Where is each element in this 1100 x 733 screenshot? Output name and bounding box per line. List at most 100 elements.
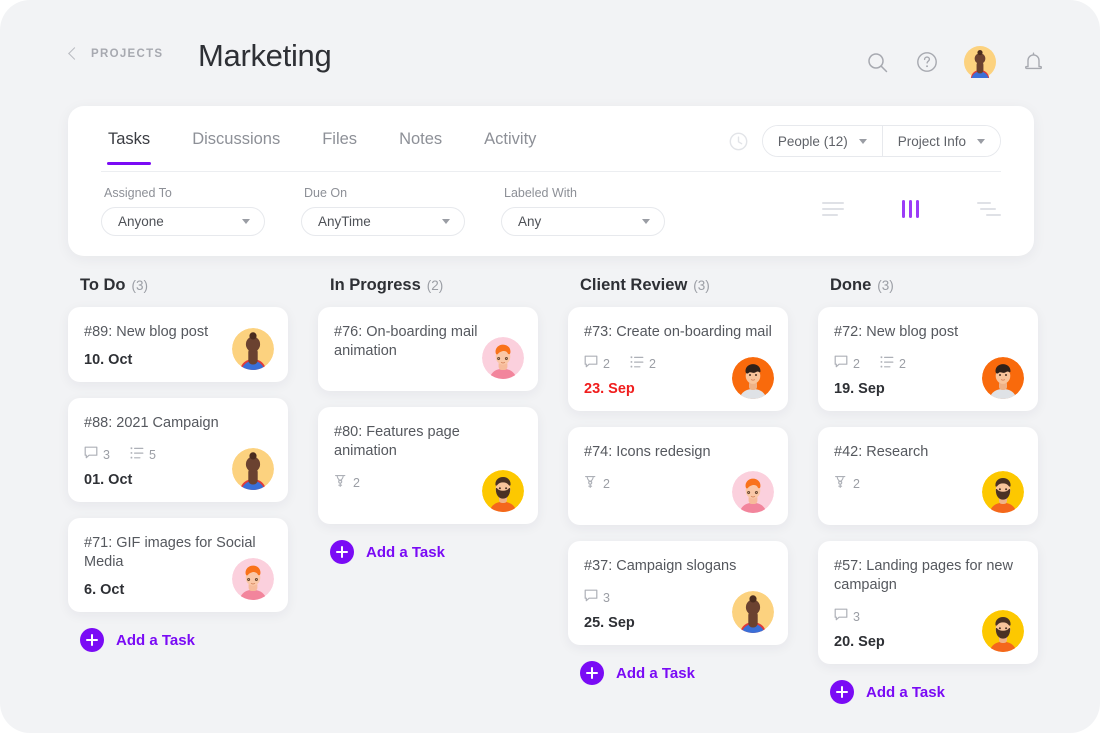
due-on-value: AnyTime [318, 214, 371, 229]
task-card[interactable]: #73: Create on-boarding mail 2 2 23. Sep [568, 307, 788, 411]
comment-count: 2 [834, 355, 860, 372]
add-task-label: Add a Task [116, 631, 195, 649]
filter-due-on: Due On AnyTime [301, 186, 465, 236]
task-assignee-avatar[interactable] [232, 328, 274, 370]
list-view-icon[interactable] [820, 198, 846, 220]
chevron-left-icon [68, 46, 78, 62]
panel-pill-group: People (12) Project Info [761, 125, 1001, 157]
add-task-button[interactable]: Add a Task [318, 540, 538, 564]
checklist-count-label: 2 [648, 356, 656, 371]
task-title: #42: Research [834, 444, 929, 460]
chevron-down-icon [858, 138, 867, 144]
chevron-down-icon [977, 138, 985, 144]
filter-assigned-to: Assigned To Anyone [101, 186, 265, 236]
board-column: Client Review (3) #73: Create on-boarding … [568, 276, 788, 704]
comment-count-label: 2 [603, 356, 610, 371]
attachment-count-label: 2 [603, 476, 610, 491]
task-card[interactable]: #88: 2021 Campaign 3 5 01. Oct [68, 398, 288, 502]
assigned-to-value: Anyone [118, 214, 164, 229]
filter-label: Assigned To [104, 186, 172, 200]
task-card[interactable]: #76: On-boarding mail animation [318, 307, 538, 391]
panel-divider [101, 171, 1001, 172]
column-title: Done [830, 276, 872, 294]
task-assignee-avatar[interactable] [982, 357, 1024, 399]
kanban-board: To Do (3) #89: New blog post 10. Oct #88: 2… [68, 276, 1048, 704]
tab-files[interactable]: Files [315, 126, 364, 165]
due-on-select[interactable]: AnyTime [301, 207, 465, 236]
task-assignee-avatar[interactable] [482, 337, 524, 379]
tab-tasks[interactable]: Tasks [101, 126, 157, 165]
sort-view-icon[interactable] [976, 198, 1002, 220]
attachment-count: 2 [334, 474, 360, 491]
task-card[interactable]: #57: Landing pages for new campaign 3 20. … [818, 541, 1038, 664]
board-column: Done (3) #72: New blog post 2 2 19. Sep #42: … [818, 276, 1038, 704]
labeled-with-select[interactable]: Any [501, 207, 665, 236]
task-assignee-avatar[interactable] [732, 357, 774, 399]
task-assignee-avatar[interactable] [982, 610, 1024, 652]
add-task-label: Add a Task [616, 664, 695, 682]
add-task-label: Add a Task [366, 543, 445, 561]
people-dropdown[interactable]: People (12) [762, 126, 882, 156]
board-column: To Do (3) #89: New blog post 10. Oct #88: 2… [68, 276, 288, 704]
comment-icon [84, 446, 98, 463]
attachment-icon [584, 475, 598, 492]
add-task-button[interactable]: Add a Task [818, 680, 1038, 704]
task-card[interactable]: #42: Research 2 [818, 427, 1038, 525]
tab-activity[interactable]: Activity [477, 126, 543, 165]
task-title: #57: Landing pages for new campaign [834, 558, 1013, 593]
avatar[interactable] [964, 46, 996, 78]
top-bar: PROJECTS Marketing [0, 0, 1100, 100]
task-card[interactable]: #89: New blog post 10. Oct [68, 307, 288, 382]
column-header: Done (3) [818, 276, 1038, 295]
app-page: PROJECTS Marketing Tasks Discussions Fil… [0, 0, 1100, 733]
task-assignee-avatar[interactable] [982, 471, 1024, 513]
plus-icon [80, 628, 104, 652]
column-count: (3) [693, 278, 710, 293]
view-toggle-group [820, 198, 1002, 220]
board-view-icon[interactable] [898, 198, 924, 220]
comment-count-label: 3 [603, 590, 610, 605]
plus-icon [330, 540, 354, 564]
comment-count: 3 [84, 446, 110, 463]
breadcrumb-back-projects[interactable]: PROJECTS [68, 46, 163, 62]
help-circle-icon[interactable] [914, 49, 940, 75]
add-task-button[interactable]: Add a Task [568, 661, 788, 685]
bell-icon[interactable] [1020, 49, 1046, 75]
comment-icon [834, 355, 848, 372]
column-title: Client Review [580, 276, 688, 294]
task-card[interactable]: #37: Campaign slogans 3 25. Sep [568, 541, 788, 645]
assigned-to-select[interactable]: Anyone [101, 207, 265, 236]
task-assignee-avatar[interactable] [732, 471, 774, 513]
task-title: #72: New blog post [834, 324, 959, 340]
task-card[interactable]: #80: Features page animation 2 [318, 407, 538, 524]
task-card[interactable]: #72: New blog post 2 2 19. Sep [818, 307, 1038, 411]
top-bar-actions [864, 46, 1046, 78]
task-assignee-avatar[interactable] [232, 448, 274, 490]
task-card[interactable]: #74: Icons redesign 2 [568, 427, 788, 525]
column-title: In Progress [330, 276, 421, 294]
checklist-count: 2 [630, 355, 656, 372]
task-card[interactable]: #71: GIF images for Social Media 6. Oct [68, 518, 288, 612]
page-title: Marketing [198, 38, 332, 73]
tab-discussions[interactable]: Discussions [185, 126, 287, 165]
comment-icon [584, 355, 598, 372]
comment-icon [584, 589, 598, 606]
column-count: (3) [877, 278, 894, 293]
task-assignee-avatar[interactable] [732, 591, 774, 633]
tab-notes[interactable]: Notes [392, 126, 449, 165]
attachment-count: 2 [834, 475, 860, 492]
checklist-icon [130, 446, 144, 463]
task-assignee-avatar[interactable] [482, 470, 524, 512]
project-info-dropdown-label: Project Info [897, 133, 966, 149]
task-title: #80: Features page animation [334, 424, 460, 459]
search-icon[interactable] [864, 49, 890, 75]
add-task-button[interactable]: Add a Task [68, 628, 288, 652]
project-info-dropdown[interactable]: Project Info [881, 126, 1000, 156]
checklist-count-label: 5 [148, 447, 156, 462]
checklist-count: 5 [130, 446, 156, 463]
task-assignee-avatar[interactable] [232, 558, 274, 600]
task-title: #88: 2021 Campaign [84, 415, 219, 431]
tab-bar: Tasks Discussions Files Notes Activity [101, 126, 543, 165]
column-count: (2) [426, 278, 444, 293]
clock-icon[interactable] [729, 132, 748, 151]
